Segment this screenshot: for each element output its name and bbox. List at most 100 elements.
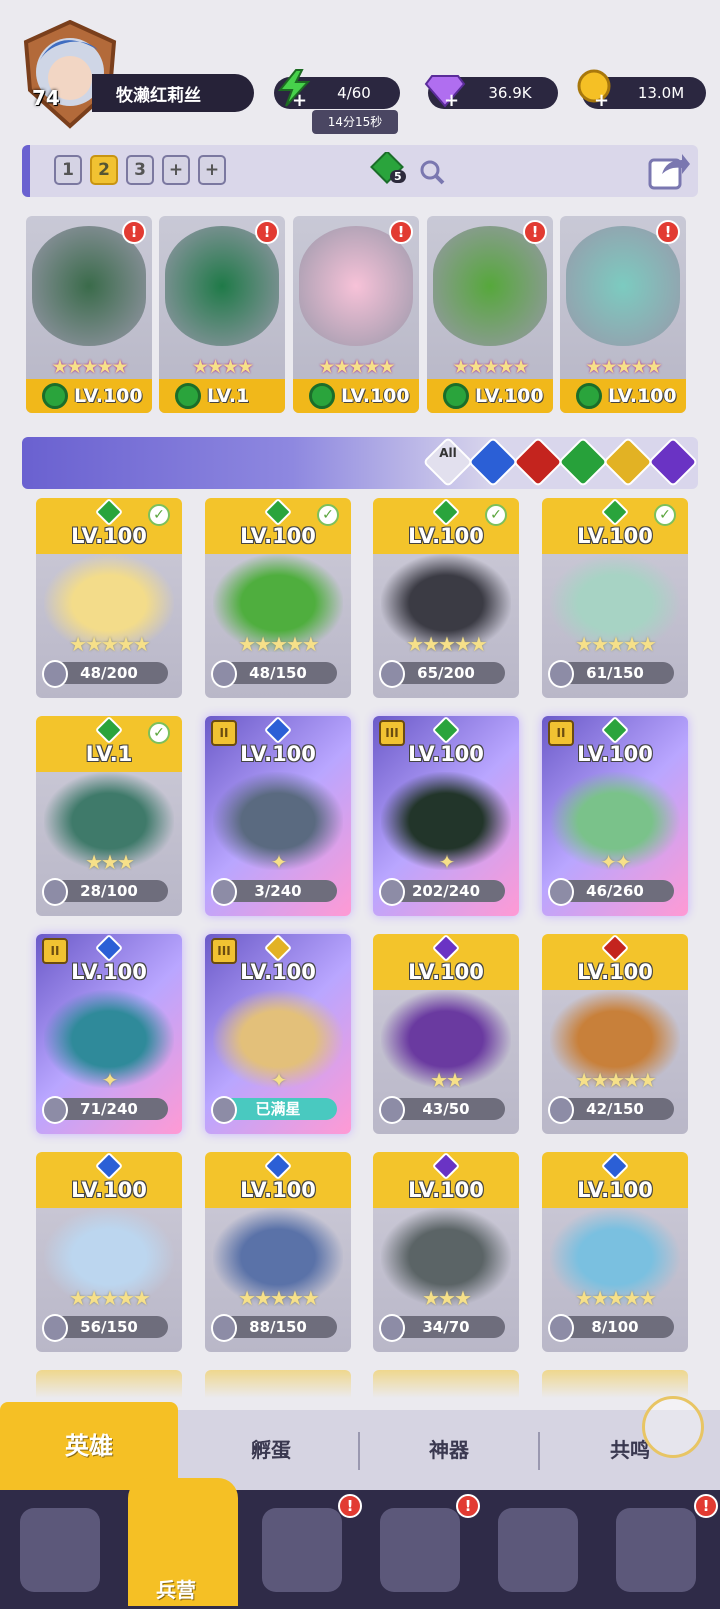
star-rating: ★★★★★ xyxy=(69,1286,151,1310)
team-bar xyxy=(22,145,698,197)
gem-icon: + xyxy=(424,68,466,112)
team-element-icon[interactable]: 5 xyxy=(370,150,406,188)
hero-card-partial xyxy=(36,1370,182,1398)
gem-value: 36.9K xyxy=(488,84,532,102)
alert-icon: ! xyxy=(523,220,547,244)
alert-icon: ! xyxy=(122,220,146,244)
alert-icon: ! xyxy=(656,220,680,244)
team-slot[interactable]: ★★★★★ LV.100! xyxy=(26,216,152,413)
player-level: 74 xyxy=(32,86,60,110)
star-rating: ★★★★★ xyxy=(238,1286,320,1310)
hero-card-partial xyxy=(373,1370,519,1398)
star-rating: ✦ xyxy=(101,1068,119,1092)
element-icon xyxy=(94,1152,124,1181)
level-label: LV.100 xyxy=(408,960,484,984)
svg-text:+: + xyxy=(444,90,459,108)
shard-icon xyxy=(379,1096,405,1124)
star-rating: ✦✦ xyxy=(600,850,632,874)
hero-card[interactable]: LV.100 ★★★★★ 65/200 ✓ xyxy=(373,498,519,698)
rank-badge-icon: II xyxy=(42,938,68,964)
energy-value: 4/60 xyxy=(337,84,371,102)
shard-icon xyxy=(211,878,237,906)
hero-portrait xyxy=(32,226,146,346)
team-slot[interactable]: ★★★★ LV.1! xyxy=(159,216,285,413)
hero-card-partial xyxy=(205,1370,351,1398)
hero-card[interactable]: LV.100 ✦✦ 46/260 II xyxy=(542,716,688,916)
team-tab-3[interactable]: 3 xyxy=(126,155,154,185)
team-slot[interactable]: ★★★★★ LV.100! xyxy=(427,216,553,413)
star-rating: ★★★★★ xyxy=(575,632,657,656)
element-icon xyxy=(94,716,124,745)
level-label: LV.100 xyxy=(408,524,484,548)
hero-portrait xyxy=(566,226,680,346)
nature-element-icon xyxy=(175,383,201,409)
nav-barracks-icon[interactable]: 兵营 xyxy=(128,1478,238,1606)
hero-card[interactable]: LV.100 ✦ 202/240 III xyxy=(373,716,519,916)
add-team-button-2[interactable]: + xyxy=(198,155,226,185)
nature-element-icon xyxy=(576,383,602,409)
tab-artifact[interactable]: 神器 xyxy=(360,1410,538,1490)
star-rating: ★★★★★ xyxy=(69,632,151,656)
element-icon xyxy=(263,498,293,527)
level-label: LV.100 xyxy=(408,1178,484,1202)
hero-card[interactable]: LV.100 ★★★★★ 48/150 ✓ xyxy=(205,498,351,698)
hero-card[interactable]: LV.1 ★★★ 28/100 ✓ xyxy=(36,716,182,916)
search-icon[interactable] xyxy=(418,158,446,190)
hero-card[interactable]: LV.100 ★★★ 34/70 xyxy=(373,1152,519,1352)
team-slot[interactable]: ★★★★★ LV.100! xyxy=(293,216,419,413)
hero-card[interactable]: LV.100 ★★★★★ 48/200 ✓ xyxy=(36,498,182,698)
team-tab-2[interactable]: 2 xyxy=(90,155,118,185)
hero-card[interactable]: LV.100 ✦ 3/240 II xyxy=(205,716,351,916)
shard-icon xyxy=(548,1096,574,1124)
svg-text:+: + xyxy=(594,90,609,108)
rank-badge-icon: III xyxy=(379,720,405,746)
rank-badge-icon: III xyxy=(211,938,237,964)
nav-banner-icon[interactable] xyxy=(616,1508,696,1592)
hero-card[interactable]: LV.100 ★★ 43/50 xyxy=(373,934,519,1134)
hero-card[interactable]: LV.100 ★★★★★ 42/150 xyxy=(542,934,688,1134)
level-label: LV.100 xyxy=(71,524,147,548)
add-team-button[interactable]: + xyxy=(162,155,190,185)
share-icon[interactable] xyxy=(648,150,690,194)
nav-book-icon[interactable] xyxy=(262,1508,342,1592)
team-slot[interactable]: ★★★★★ LV.100! xyxy=(560,216,686,413)
shard-icon xyxy=(42,1096,68,1124)
hero-card[interactable]: LV.100 ★★★★★ 88/150 xyxy=(205,1152,351,1352)
star-rating: ★★★★★ xyxy=(51,356,128,378)
hero-card[interactable]: LV.100 ✦ 已满星 III xyxy=(205,934,351,1134)
element-icon xyxy=(600,934,630,963)
rank-badge-icon: II xyxy=(548,720,574,746)
hero-card[interactable]: LV.100 ★★★★★ 61/150 ✓ xyxy=(542,498,688,698)
star-rating: ✦ xyxy=(270,1068,288,1092)
hero-card[interactable]: LV.100 ✦ 71/240 II xyxy=(36,934,182,1134)
nav-cards-icon[interactable] xyxy=(20,1508,100,1592)
nav-mushroom-icon[interactable] xyxy=(498,1508,578,1592)
shard-icon xyxy=(42,878,68,906)
shard-icon xyxy=(548,878,574,906)
energy-timer: 14分15秒 xyxy=(312,110,398,134)
element-icon xyxy=(431,1152,461,1181)
alert-icon: ! xyxy=(694,1494,718,1518)
hero-card[interactable]: LV.100 ★★★★★ 8/100 xyxy=(542,1152,688,1352)
coin-value: 13.0M xyxy=(637,84,685,102)
team-element-count: 5 xyxy=(390,170,406,183)
hero-portrait xyxy=(165,226,279,346)
in-team-check-icon: ✓ xyxy=(485,504,507,526)
element-icon xyxy=(431,934,461,963)
level-label: LV.100 xyxy=(577,960,653,984)
floating-compass-button[interactable] xyxy=(642,1396,704,1458)
tab-heroes[interactable]: 英雄 xyxy=(0,1402,178,1490)
hero-card[interactable]: LV.100 ★★★★★ 56/150 xyxy=(36,1152,182,1352)
element-icon xyxy=(600,716,630,745)
element-icon xyxy=(263,934,293,963)
element-icon xyxy=(94,934,124,963)
team-tab-1[interactable]: 1 xyxy=(54,155,82,185)
nav-castle-icon[interactable] xyxy=(380,1508,460,1592)
star-rating: ★★★ xyxy=(422,1286,472,1310)
element-icon xyxy=(263,1152,293,1181)
element-icon xyxy=(600,1152,630,1181)
rank-badge-icon: II xyxy=(211,720,237,746)
star-rating: ★★★★★ xyxy=(452,356,529,378)
shard-icon xyxy=(211,1096,237,1124)
shard-icon xyxy=(548,1314,574,1342)
